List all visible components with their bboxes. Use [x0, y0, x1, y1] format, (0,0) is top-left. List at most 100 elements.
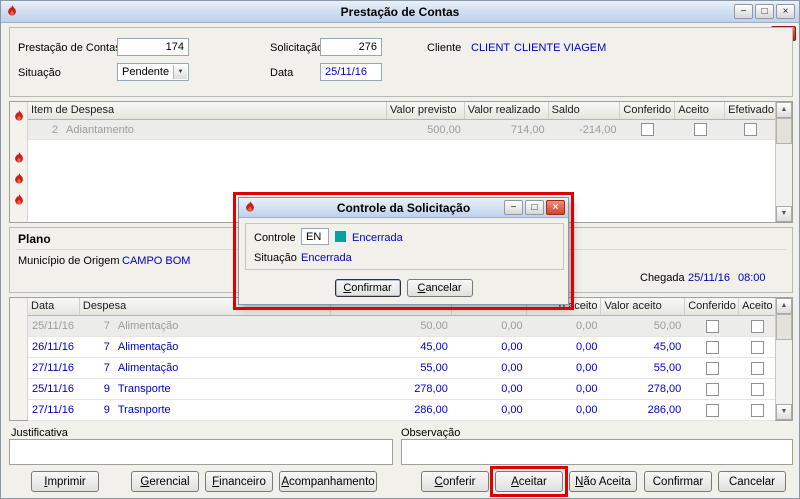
despesa-cell: 9Trasnporte	[80, 404, 331, 416]
confirmar-button[interactable]: Confirmar	[644, 471, 712, 492]
despesa-code: 9	[84, 404, 110, 416]
vertical-scrollbar[interactable]: ▲ ▼	[775, 298, 792, 420]
aceito-cell	[739, 362, 775, 375]
cliente-label: Cliente	[427, 42, 461, 54]
maximize-button[interactable]: □	[755, 4, 774, 19]
aceito-checkbox[interactable]	[694, 123, 707, 136]
imprimir-button[interactable]: Imprimir	[31, 471, 99, 492]
prestacao-label: Prestação de Contas	[18, 42, 121, 54]
conferido-cell	[620, 123, 675, 136]
cancelar-button[interactable]: Cancelar	[718, 471, 786, 492]
valor-previsto-cell: 55,00	[331, 362, 452, 374]
window-controls: − □ ×	[734, 4, 795, 19]
scroll-up-icon[interactable]: ▲	[776, 102, 792, 118]
chevron-down-icon[interactable]: ▼	[173, 65, 187, 79]
conferido-cell	[685, 362, 739, 375]
situacao-select[interactable]: Pendente ▼	[117, 63, 189, 81]
row-marker-flame-icon	[13, 194, 25, 207]
valor-aceito-cell: 50,00	[601, 320, 685, 332]
close-button[interactable]: ×	[776, 4, 795, 19]
conferido-checkbox[interactable]	[706, 404, 719, 417]
aceito-checkbox[interactable]	[751, 383, 764, 396]
aceito-checkbox[interactable]	[751, 362, 764, 375]
valor-aceito-cell: 286,00	[601, 404, 685, 416]
financeiro-button[interactable]: Financeiro	[205, 471, 273, 492]
aceito-checkbox[interactable]	[751, 320, 764, 333]
justificativa-input[interactable]	[9, 439, 393, 465]
despesa-name: Alimentação	[118, 362, 179, 374]
dialog-maximize-button[interactable]: □	[525, 200, 544, 215]
item-code: 2	[32, 124, 58, 136]
table-row[interactable]: 27/11/16 9Trasnporte 286,00 0,00 0,00 28…	[28, 400, 775, 421]
column-header-conferido: Conferido	[685, 298, 739, 315]
solicitacao-input[interactable]: 276	[320, 38, 382, 56]
minimize-button[interactable]: −	[734, 4, 753, 19]
plano-title: Plano	[18, 232, 51, 246]
acompanhamento-button[interactable]: Acompanhamento	[279, 471, 377, 492]
row-marker-flame-icon	[13, 173, 25, 186]
conferido-checkbox[interactable]	[706, 362, 719, 375]
efetivado-checkbox[interactable]	[744, 123, 757, 136]
conferido-checkbox[interactable]	[706, 341, 719, 354]
dialog-cancelar-button[interactable]: Cancelar	[407, 279, 473, 297]
despesa-cell: 7Alimentação	[80, 362, 331, 374]
conferido-checkbox[interactable]	[641, 123, 654, 136]
scroll-up-icon[interactable]: ▲	[776, 298, 792, 314]
item-name: Adiantamento	[66, 124, 134, 136]
conferido-checkbox[interactable]	[706, 320, 719, 333]
dialog-title-bar[interactable]: Controle da Solicitação − □ ×	[239, 198, 568, 218]
window-title: Prestação de Contas	[1, 5, 799, 19]
scroll-down-icon[interactable]: ▼	[776, 404, 792, 420]
dialog-situacao-value: Encerrada	[301, 252, 352, 264]
vertical-scrollbar[interactable]: ▲ ▼	[775, 102, 792, 222]
conferido-cell	[685, 404, 739, 417]
valor-realizado-cell: 0,00	[452, 341, 527, 353]
title-bar[interactable]: Prestação de Contas − □ ×	[1, 1, 799, 23]
data-input[interactable]: 25/11/16	[320, 63, 382, 81]
prestacao-input[interactable]: 174	[117, 38, 189, 56]
data-cell: 25/11/16	[28, 383, 80, 395]
conferido-checkbox[interactable]	[706, 383, 719, 396]
dialog-fields-panel: Controle EN Encerrada Situação Encerrada	[245, 223, 564, 270]
controle-input[interactable]: EN	[301, 228, 329, 245]
dialog-close-button[interactable]: ×	[546, 200, 565, 215]
data-cell: 25/11/16	[28, 320, 80, 332]
controle-label: Controle	[254, 232, 296, 244]
despesa-code: 9	[84, 383, 110, 395]
municipio-origem-label: Município de Origem	[18, 255, 120, 267]
controle-status-text: Encerrada	[352, 232, 403, 244]
despesa-name: Alimentação	[118, 341, 179, 353]
despesa-code: 7	[84, 341, 110, 353]
scroll-down-icon[interactable]: ▼	[776, 206, 792, 222]
gerencial-button[interactable]: Gerencial	[131, 471, 199, 492]
scrollbar-thumb[interactable]	[776, 314, 792, 340]
conferir-button[interactable]: Conferir	[421, 471, 489, 492]
observacao-input[interactable]	[401, 439, 793, 465]
table-row[interactable]: 27/11/16 7Alimentação 55,00 0,00 0,00 55…	[28, 358, 775, 379]
table-row[interactable]: 2Adiantamento 500,00 714,00 -214,00	[28, 120, 775, 140]
chegada-time: 08:00	[738, 272, 766, 284]
dialog-confirmar-button[interactable]: Confirmar	[335, 279, 401, 297]
municipio-origem-value: CAMPO BOM	[122, 255, 190, 267]
table-row[interactable]: 26/11/16 7Alimentação 45,00 0,00 0,00 45…	[28, 337, 775, 358]
dialog-minimize-button[interactable]: −	[504, 200, 523, 215]
table-row[interactable]: 25/11/16 9Transporte 278,00 0,00 0,00 27…	[28, 379, 775, 400]
valor-aceito-cell: 55,00	[601, 362, 685, 374]
aceitar-button[interactable]: Aceitar	[495, 471, 563, 492]
table-row[interactable]: 25/11/16 7Alimentação 50,00 0,00 0,00 50…	[28, 316, 775, 337]
despesa-cell: 7 Alimentação	[80, 341, 331, 353]
situacao-value: Pendente	[122, 66, 169, 78]
data-label: Data	[270, 67, 293, 79]
valor-realizado-cell: 0,00	[452, 362, 527, 374]
solicitacao-label: Solicitação	[270, 42, 323, 54]
aceito-cell	[739, 404, 775, 417]
column-header-item: Item de Despesa	[28, 102, 387, 119]
valor-previsto-cell: 50,00	[331, 320, 452, 332]
scrollbar-thumb[interactable]	[776, 118, 792, 144]
justificativa-label: Justificativa	[11, 427, 68, 439]
nao-aceita-button[interactable]: Não Aceita	[569, 471, 637, 492]
valor-nao-aceito-cell: 0,00	[527, 341, 602, 353]
aceito-checkbox[interactable]	[751, 341, 764, 354]
aceito-checkbox[interactable]	[751, 404, 764, 417]
valor-realizado-cell: 714,00	[465, 124, 549, 136]
